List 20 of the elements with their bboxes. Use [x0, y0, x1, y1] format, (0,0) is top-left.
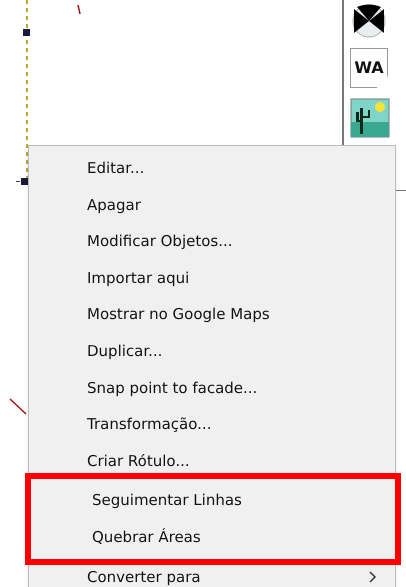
menu-item[interactable]: Apagar — [29, 186, 395, 224]
menu-item[interactable]: Mostrar no Google Maps — [29, 296, 395, 333]
vertex-handle[interactable] — [23, 29, 30, 36]
chevron-right-icon — [369, 570, 377, 583]
tool-label-icon[interactable]: WA — [350, 48, 388, 88]
line-stroke — [9, 398, 27, 415]
bowtie-icon[interactable] — [350, 4, 388, 38]
desert-icon[interactable] — [350, 98, 390, 138]
menu-item[interactable]: Modificar Objetos... — [29, 223, 395, 260]
menu-item[interactable]: Duplicar... — [29, 332, 395, 370]
line-stroke — [77, 4, 81, 15]
vertex-handle[interactable] — [16, 178, 28, 185]
menu-item[interactable]: Editar... — [29, 150, 395, 187]
menu-item[interactable]: Seguimentar Linhas — [34, 482, 392, 519]
menu-item[interactable]: Quebrar Áreas — [34, 518, 392, 556]
menu-item[interactable]: Criar Rótulo... — [29, 442, 395, 480]
menu-item[interactable]: Snap point to facade... — [29, 370, 395, 406]
menu-item[interactable]: Converter para — [29, 558, 395, 587]
menu-item[interactable]: Transformação... — [29, 406, 395, 443]
menu-item[interactable]: Importar aqui — [29, 260, 395, 296]
